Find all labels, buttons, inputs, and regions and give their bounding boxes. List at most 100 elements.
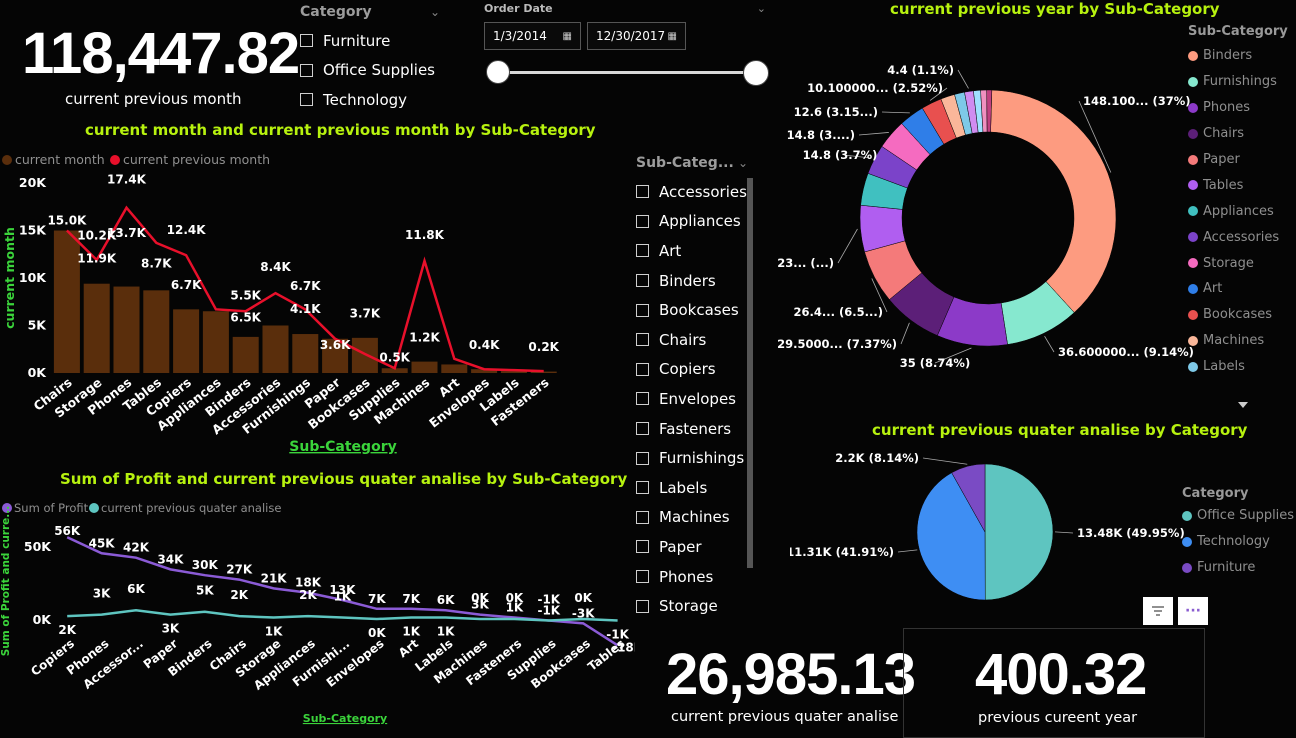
- donut-legend-item-bookcases[interactable]: Bookcases: [1188, 302, 1288, 328]
- subcategory-option-envelopes[interactable]: Envelopes: [636, 384, 756, 414]
- more-options-icon[interactable]: ···: [1178, 597, 1208, 625]
- subcategory-option-copiers[interactable]: Copiers: [636, 355, 756, 385]
- y-tick-label: 20K: [19, 175, 47, 190]
- subcategory-option-label: Accessories: [659, 183, 747, 201]
- donut-legend-item-art[interactable]: Art: [1188, 276, 1288, 302]
- pie-legend-item-technology[interactable]: Technology: [1182, 529, 1294, 555]
- legend-label: Accessories: [1203, 230, 1279, 245]
- pie-legend-item-office-supplies[interactable]: Office Supplies: [1182, 503, 1294, 529]
- chevron-down-icon[interactable]: ⌄: [757, 2, 766, 15]
- category-option-office-supplies[interactable]: Office Supplies: [300, 56, 440, 86]
- subcategory-option-label: Chairs: [659, 331, 706, 349]
- category-option-technology[interactable]: Technology: [300, 85, 440, 115]
- x-axis-title: Sub-Category: [303, 712, 387, 725]
- donut-legend-item-accessories[interactable]: Accessories: [1188, 224, 1288, 250]
- subcategory-option-binders[interactable]: Binders: [636, 266, 756, 296]
- profit-data-label: 42K: [123, 541, 150, 555]
- donut-legend-item-phones[interactable]: Phones: [1188, 95, 1288, 121]
- subcategory-option-accessories[interactable]: Accessories: [636, 177, 756, 207]
- chevron-down-icon[interactable]: ⌄: [430, 5, 440, 19]
- pie-legend-item-furniture[interactable]: Furniture: [1182, 555, 1294, 581]
- quarter-data-label: 2K: [230, 588, 248, 602]
- legend-scroll-down-icon[interactable]: [1238, 402, 1248, 408]
- donut-data-label: 14.8 (3....): [787, 128, 855, 142]
- filter-icon[interactable]: [1143, 597, 1173, 625]
- calendar-icon[interactable]: ▦: [563, 31, 572, 42]
- kpi-prev-month-label: current previous month: [65, 90, 241, 108]
- data-label: 0.4K: [469, 338, 500, 352]
- date-range-start-handle[interactable]: [486, 60, 510, 84]
- donut-legend-item-machines[interactable]: Machines: [1188, 328, 1288, 354]
- checkbox[interactable]: [636, 215, 649, 228]
- chevron-down-icon[interactable]: ⌄: [738, 156, 748, 170]
- category-option-furniture[interactable]: Furniture: [300, 26, 440, 56]
- calendar-icon[interactable]: ▦: [668, 31, 677, 42]
- subcategory-option-paper[interactable]: Paper: [636, 532, 756, 562]
- start-date-input[interactable]: 1/3/2014 ▦: [484, 22, 581, 50]
- donut-legend-item-labels[interactable]: Labels: [1188, 354, 1288, 380]
- checkbox[interactable]: [636, 363, 649, 376]
- bar-tables[interactable]: [143, 290, 169, 373]
- bar-bookcases[interactable]: [352, 338, 378, 373]
- bar-copiers[interactable]: [173, 309, 199, 373]
- subcategory-option-fasteners[interactable]: Fasteners: [636, 414, 756, 444]
- data-label: 6.7K: [171, 278, 202, 292]
- bar-storage[interactable]: [84, 284, 110, 373]
- subcategory-option-furnishings[interactable]: Furnishings: [636, 443, 756, 473]
- donut-legend-item-binders[interactable]: Binders: [1188, 43, 1288, 69]
- donut-legend-item-appliances[interactable]: Appliances: [1188, 198, 1288, 224]
- pie-leader-line: [898, 550, 917, 552]
- bar-accessories[interactable]: [263, 326, 289, 374]
- checkbox[interactable]: [636, 392, 649, 405]
- checkbox[interactable]: [636, 570, 649, 583]
- checkbox[interactable]: [636, 452, 649, 465]
- checkbox[interactable]: [300, 34, 313, 47]
- checkbox[interactable]: [636, 274, 649, 287]
- donut-legend-item-paper[interactable]: Paper: [1188, 147, 1288, 173]
- legend-label: Chairs: [1203, 126, 1244, 141]
- date-range-end-handle[interactable]: [743, 60, 769, 86]
- checkbox[interactable]: [300, 64, 313, 77]
- chart4-title: current previous quater analise by Categ…: [872, 421, 1247, 439]
- donut-slice-binders[interactable]: [991, 90, 1116, 313]
- subcategory-option-machines[interactable]: Machines: [636, 503, 756, 533]
- legend-marker-current-month: [2, 155, 12, 165]
- donut-legend-item-tables[interactable]: Tables: [1188, 172, 1288, 198]
- chart3-title: current previous year by Sub-Category: [890, 0, 1220, 18]
- bar-art[interactable]: [441, 364, 467, 373]
- pie-slice-office-supplies[interactable]: [985, 464, 1053, 600]
- subcategory-scrollbar[interactable]: [747, 178, 753, 568]
- bar-phones[interactable]: [114, 287, 140, 373]
- subcategory-option-storage[interactable]: Storage: [636, 591, 756, 621]
- bar-machines[interactable]: [412, 362, 438, 373]
- end-date-input[interactable]: 12/30/2017 ▦: [587, 22, 686, 50]
- donut-legend-item-furnishings[interactable]: Furnishings: [1188, 69, 1288, 95]
- quarter-data-label: 3K: [93, 587, 111, 601]
- subcategory-option-labels[interactable]: Labels: [636, 473, 756, 503]
- donut-legend-item-storage[interactable]: Storage: [1188, 250, 1288, 276]
- checkbox[interactable]: [636, 540, 649, 553]
- bar-furnishings[interactable]: [292, 334, 318, 373]
- subcategory-option-appliances[interactable]: Appliances: [636, 207, 756, 237]
- bar-chairs[interactable]: [54, 231, 80, 374]
- checkbox[interactable]: [636, 304, 649, 317]
- quarter-data-label: 0K: [574, 591, 592, 605]
- checkbox[interactable]: [636, 422, 649, 435]
- data-label: 0.5K: [379, 350, 410, 364]
- subcategory-option-bookcases[interactable]: Bookcases: [636, 295, 756, 325]
- donut-legend-item-chairs[interactable]: Chairs: [1188, 121, 1288, 147]
- checkbox[interactable]: [636, 600, 649, 613]
- subcategory-option-art[interactable]: Art: [636, 236, 756, 266]
- bar-binders[interactable]: [233, 337, 259, 373]
- checkbox[interactable]: [636, 511, 649, 524]
- checkbox[interactable]: [636, 333, 649, 346]
- bar-appliances[interactable]: [203, 311, 229, 373]
- subcategory-option-chairs[interactable]: Chairs: [636, 325, 756, 355]
- donut-data-label: 29.5000... (7.37%): [777, 337, 897, 351]
- subcategory-option-label: Storage: [659, 597, 718, 615]
- subcategory-option-phones[interactable]: Phones: [636, 562, 756, 592]
- checkbox[interactable]: [300, 93, 313, 106]
- checkbox[interactable]: [636, 481, 649, 494]
- checkbox[interactable]: [636, 185, 649, 198]
- checkbox[interactable]: [636, 244, 649, 257]
